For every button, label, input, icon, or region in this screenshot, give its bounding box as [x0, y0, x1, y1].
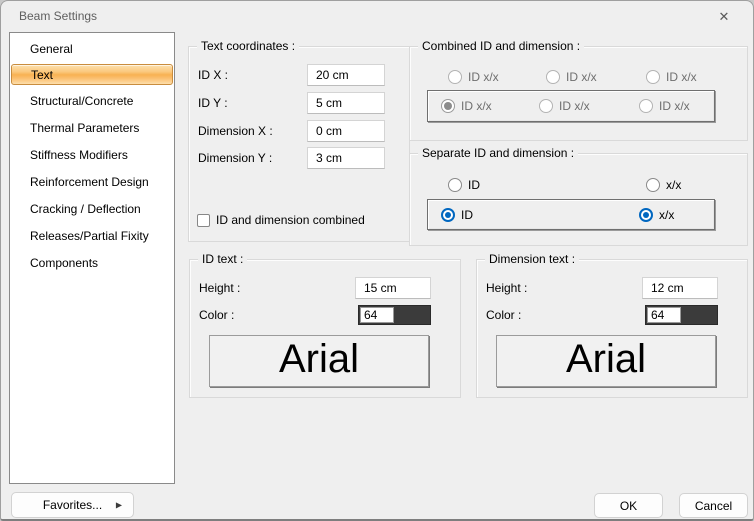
height-label: Height :	[486, 277, 527, 299]
radio-icon	[646, 70, 660, 84]
id-text-font-button[interactable]: Arial	[209, 335, 429, 387]
id-y-label: ID Y :	[198, 92, 228, 114]
window-title: Beam Settings	[19, 1, 97, 31]
radio-label: ID x/x	[566, 70, 597, 84]
radio-icon	[546, 70, 560, 84]
radio-icon-selected	[639, 208, 653, 222]
sidebar-item-general[interactable]: General	[10, 35, 174, 62]
dimension-x-label: Dimension X :	[198, 120, 273, 142]
cancel-button[interactable]: Cancel	[679, 493, 748, 518]
radio-label: x/x	[659, 208, 674, 222]
title-bar: Beam Settings ✕	[1, 1, 753, 31]
sidebar-item-thermal-parameters[interactable]: Thermal Parameters	[10, 114, 174, 141]
group-dimension-text: Dimension text : Height : Color : Arial	[476, 259, 748, 398]
id-text-color-control	[358, 305, 431, 325]
dimension-x-input[interactable]	[307, 120, 385, 142]
sidebar-item-text[interactable]: Text	[11, 64, 173, 85]
group-title: ID text :	[198, 252, 247, 267]
dimension-text-color-swatch[interactable]	[682, 306, 717, 324]
radio-label: x/x	[666, 178, 681, 192]
radio-label: ID x/x	[659, 99, 690, 113]
radio-icon-selected	[441, 99, 455, 113]
id-dimension-combined-label: ID and dimension combined	[216, 209, 365, 231]
group-id-text: ID text : Height : Color : Arial	[189, 259, 461, 398]
radio-label: ID	[468, 178, 480, 192]
radio-label: ID x/x	[461, 99, 492, 113]
id-x-label: ID X :	[198, 64, 228, 86]
dimension-text-color-number-input[interactable]	[647, 307, 681, 323]
radio-combined-box-3: ID x/x	[639, 98, 690, 114]
favorites-label: Favorites...	[43, 498, 102, 512]
dimension-text-font-button[interactable]: Arial	[496, 335, 716, 387]
radio-icon	[646, 178, 660, 192]
color-label: Color :	[486, 304, 521, 326]
sidebar-item-reinforcement-design[interactable]: Reinforcement Design	[10, 168, 174, 195]
radio-separate-box-id[interactable]: ID	[441, 207, 473, 223]
group-text-coordinates: Text coordinates : ID X : ID Y : Dimensi…	[188, 46, 410, 242]
sidebar-item-releases-partial-fixity[interactable]: Releases/Partial Fixity	[10, 222, 174, 249]
radio-icon	[448, 178, 462, 192]
radio-icon-selected	[441, 208, 455, 222]
sidebar-item-cracking-deflection[interactable]: Cracking / Deflection	[10, 195, 174, 222]
color-label: Color :	[199, 304, 234, 326]
dimension-y-label: Dimension Y :	[198, 147, 272, 169]
radio-separate-top-id[interactable]: ID	[448, 177, 480, 193]
id-text-color-swatch[interactable]	[395, 306, 430, 324]
height-label: Height :	[199, 277, 240, 299]
combined-selected-row-frame: ID x/x ID x/x ID x/x	[427, 90, 715, 122]
dimension-text-color-control	[645, 305, 718, 325]
sidebar-item-structural-concrete[interactable]: Structural/Concrete	[10, 87, 174, 114]
favorites-button[interactable]: Favorites... ▶	[11, 492, 134, 518]
dimension-text-height-input[interactable]	[642, 277, 718, 299]
group-title: Text coordinates :	[197, 39, 299, 54]
radio-label: ID x/x	[559, 99, 590, 113]
radio-icon	[639, 99, 653, 113]
id-text-height-input[interactable]	[355, 277, 431, 299]
group-combined-id-dimension: Combined ID and dimension : ID x/x ID x/…	[409, 46, 748, 141]
chevron-right-icon: ▶	[116, 501, 122, 510]
radio-label: ID x/x	[666, 70, 697, 84]
group-title: Separate ID and dimension :	[418, 146, 578, 161]
radio-combined-box-1: ID x/x	[441, 98, 492, 114]
id-text-color-number-input[interactable]	[360, 307, 394, 323]
radio-combined-box-2: ID x/x	[539, 98, 590, 114]
group-separate-id-dimension: Separate ID and dimension : ID x/x ID x/…	[409, 153, 748, 246]
group-title: Dimension text :	[485, 252, 579, 267]
id-dimension-combined-checkbox[interactable]	[197, 214, 210, 227]
radio-icon	[539, 99, 553, 113]
radio-combined-top-3: ID x/x	[646, 69, 697, 85]
separate-selected-row-frame: ID x/x	[427, 199, 715, 230]
settings-category-list: General Text Structural/Concrete Thermal…	[9, 32, 175, 484]
radio-combined-top-1: ID x/x	[448, 69, 499, 85]
close-icon[interactable]: ✕	[709, 5, 739, 28]
ok-button[interactable]: OK	[594, 493, 663, 518]
beam-settings-dialog: Beam Settings ✕ General Text Structural/…	[0, 0, 754, 521]
sidebar-item-stiffness-modifiers[interactable]: Stiffness Modifiers	[10, 141, 174, 168]
radio-combined-top-2: ID x/x	[546, 69, 597, 85]
id-x-input[interactable]	[307, 64, 385, 86]
radio-label: ID x/x	[468, 70, 499, 84]
id-y-input[interactable]	[307, 92, 385, 114]
radio-label: ID	[461, 208, 473, 222]
radio-separate-top-xx[interactable]: x/x	[646, 177, 681, 193]
sidebar-item-components[interactable]: Components	[10, 249, 174, 276]
radio-icon	[448, 70, 462, 84]
radio-separate-box-xx[interactable]: x/x	[639, 207, 674, 223]
group-title: Combined ID and dimension :	[418, 39, 584, 54]
dimension-y-input[interactable]	[307, 147, 385, 169]
